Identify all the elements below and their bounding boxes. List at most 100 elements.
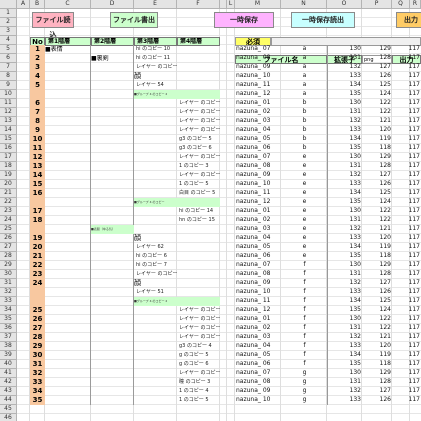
level1-cell[interactable]: [45, 279, 91, 288]
filename-suffix-cell[interactable]: e: [281, 207, 327, 216]
output-cell[interactable]: 117: [392, 360, 421, 369]
filename-cell[interactable]: nazuna_ 04: [235, 234, 281, 243]
filename-cell[interactable]: nazuna_ 11: [235, 81, 281, 90]
level3-cell[interactable]: 顔: [134, 72, 177, 81]
temp-save-button[interactable]: 一時保存: [214, 12, 274, 28]
level1-cell[interactable]: [45, 315, 91, 324]
output-cell[interactable]: 117: [392, 333, 421, 342]
value1-cell[interactable]: 135: [327, 90, 362, 99]
output-cell[interactable]: 117: [392, 99, 421, 108]
column-header-A[interactable]: A: [17, 0, 30, 9]
level3-cell[interactable]: レイヤー 62: [134, 243, 177, 252]
level3-cell[interactable]: hi のコピー 6: [134, 252, 177, 261]
level2-cell[interactable]: [91, 333, 134, 342]
filename-cell[interactable]: nazuna_ 05: [235, 243, 281, 252]
value1-cell[interactable]: 134: [327, 297, 362, 306]
value2-cell[interactable]: 129: [362, 369, 392, 378]
value1-cell[interactable]: 135: [327, 252, 362, 261]
filename-cell[interactable]: nazuna_ 10: [235, 180, 281, 189]
level1-cell[interactable]: [45, 198, 91, 207]
filename-suffix-cell[interactable]: a: [281, 72, 327, 81]
level4-cell[interactable]: レイヤー のコピー 4: [177, 171, 220, 180]
level3-cell[interactable]: ■グループ 4 のコピー 2: [134, 90, 220, 99]
level4-cell[interactable]: 白目 のコピー 5: [177, 189, 220, 198]
level2-cell[interactable]: [91, 351, 134, 360]
value2-cell[interactable]: 126: [362, 288, 392, 297]
filename-cell[interactable]: nazuna_ 06: [235, 252, 281, 261]
column-header-O[interactable]: O: [327, 0, 362, 9]
level2-cell[interactable]: [91, 342, 134, 351]
level1-cell[interactable]: [45, 81, 91, 90]
row-header[interactable]: 10: [0, 90, 17, 99]
filename-suffix-cell[interactable]: g: [281, 378, 327, 387]
level4-cell[interactable]: レイヤー のコピー 3: [177, 333, 220, 342]
level2-cell[interactable]: ■表膜（ゆる気）: [91, 225, 134, 234]
filename-suffix-cell[interactable]: f: [281, 270, 327, 279]
level1-cell[interactable]: [45, 324, 91, 333]
filename-cell[interactable]: nazuna_ 08: [235, 270, 281, 279]
filename-suffix-cell[interactable]: f: [281, 306, 327, 315]
value2-cell[interactable]: 118: [362, 252, 392, 261]
filename-cell[interactable]: nazuna_ 03: [235, 333, 281, 342]
level2-cell[interactable]: [91, 198, 134, 207]
value1-cell[interactable]: 132: [327, 117, 362, 126]
row-header[interactable]: 25: [0, 225, 17, 234]
filename-cell[interactable]: nazuna_ 09: [235, 387, 281, 396]
filename-cell[interactable]: nazuna_ 08: [235, 54, 281, 63]
value1-cell[interactable]: 131: [327, 324, 362, 333]
level3-cell[interactable]: レイヤー 51: [134, 288, 177, 297]
row-header[interactable]: 13: [0, 117, 17, 126]
level2-cell[interactable]: [91, 99, 134, 108]
filename-cell[interactable]: nazuna_ 01: [235, 207, 281, 216]
value2-cell[interactable]: 119: [362, 243, 392, 252]
value1-cell[interactable]: 132: [327, 63, 362, 72]
output-cell[interactable]: 117: [392, 108, 421, 117]
row-header[interactable]: 42: [0, 378, 17, 387]
value2-cell[interactable]: 128: [362, 162, 392, 171]
value1-cell[interactable]: 134: [327, 351, 362, 360]
output-cell[interactable]: 117: [392, 234, 421, 243]
level4-cell[interactable]: hi のコピー 14: [177, 207, 220, 216]
level2-cell[interactable]: [91, 162, 134, 171]
value2-cell[interactable]: 126: [362, 72, 392, 81]
value1-cell[interactable]: 131: [327, 270, 362, 279]
level4-cell[interactable]: レイヤー のコピー 2: [177, 315, 220, 324]
value2-cell[interactable]: 121: [362, 225, 392, 234]
output-cell[interactable]: 117: [392, 171, 421, 180]
value2-cell[interactable]: 125: [362, 297, 392, 306]
level1-cell[interactable]: [45, 180, 91, 189]
value1-cell[interactable]: 130: [327, 315, 362, 324]
value1-cell[interactable]: 134: [327, 81, 362, 90]
level2-cell[interactable]: [91, 207, 134, 216]
filename-suffix-cell[interactable]: e: [281, 252, 327, 261]
filename-cell[interactable]: nazuna_ 11: [235, 189, 281, 198]
level1-cell[interactable]: [45, 171, 91, 180]
level1-cell[interactable]: [45, 360, 91, 369]
value1-cell[interactable]: 132: [327, 225, 362, 234]
level2-cell[interactable]: [91, 234, 134, 243]
level2-cell[interactable]: [91, 288, 134, 297]
level1-cell[interactable]: [45, 135, 91, 144]
value2-cell[interactable]: 127: [362, 63, 392, 72]
column-header-P[interactable]: P: [362, 0, 392, 9]
filename-cell[interactable]: nazuna_ 12: [235, 306, 281, 315]
value2-cell[interactable]: 129: [362, 261, 392, 270]
column-header-B[interactable]: B: [30, 0, 45, 9]
value2-cell[interactable]: 128: [362, 54, 392, 63]
value2-cell[interactable]: 127: [362, 279, 392, 288]
value2-cell[interactable]: 120: [362, 234, 392, 243]
row-header[interactable]: 14: [0, 126, 17, 135]
filename-cell[interactable]: nazuna_ 05: [235, 135, 281, 144]
value2-cell[interactable]: 129: [362, 153, 392, 162]
filename-suffix-cell[interactable]: a: [281, 81, 327, 90]
value1-cell[interactable]: 134: [327, 135, 362, 144]
level1-cell[interactable]: [45, 306, 91, 315]
row-header[interactable]: 18: [0, 162, 17, 171]
level2-cell[interactable]: [91, 117, 134, 126]
value1-cell[interactable]: 133: [327, 396, 362, 405]
column-header-M[interactable]: M: [235, 0, 281, 9]
level2-cell[interactable]: [91, 144, 134, 153]
level4-cell[interactable]: 瞳 のコピー 3: [177, 378, 220, 387]
value2-cell[interactable]: 125: [362, 81, 392, 90]
filename-suffix-cell[interactable]: e: [281, 189, 327, 198]
